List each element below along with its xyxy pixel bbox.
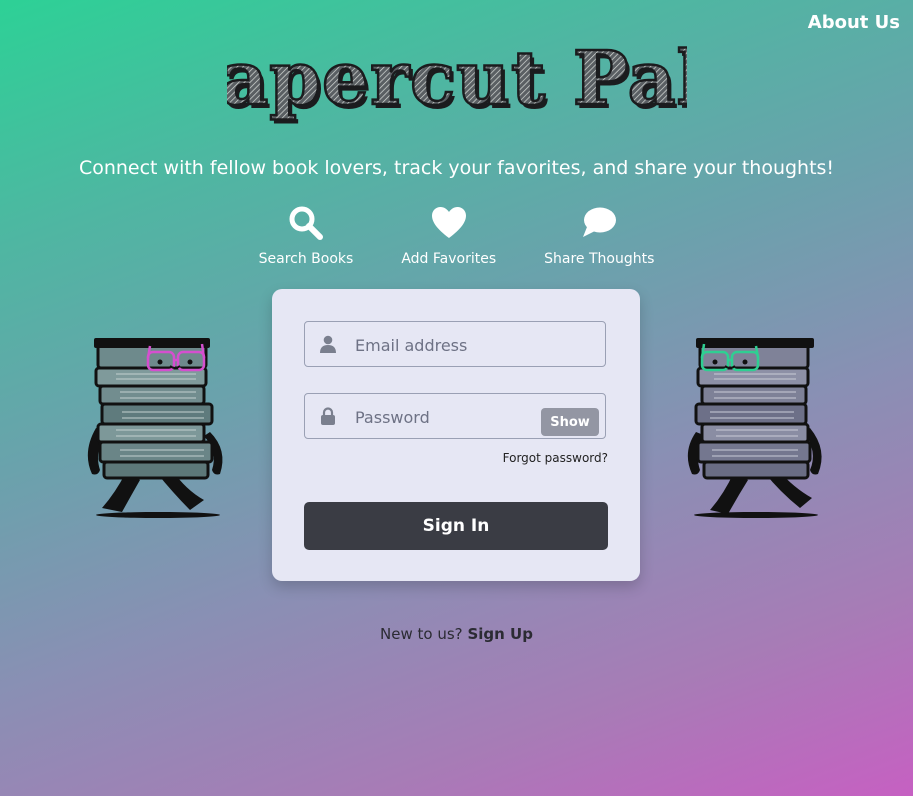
feature-share-thoughts: Share Thoughts bbox=[544, 205, 654, 267]
show-password-button[interactable]: Show bbox=[541, 408, 599, 436]
password-field[interactable]: Show bbox=[304, 393, 606, 440]
tagline: Connect with fellow book lovers, track y… bbox=[78, 157, 835, 179]
book-stack-mascot-left bbox=[87, 338, 223, 518]
logo: Papercut Pals Papercut Pals bbox=[0, 20, 913, 132]
speech-bubble-icon bbox=[583, 207, 617, 237]
signup-prompt: New to us? Sign Up bbox=[0, 625, 913, 643]
logo-text: Papercut Pals bbox=[227, 36, 687, 122]
feature-list: Search Books Add Favorites Share Thought… bbox=[0, 205, 913, 267]
feature-label: Add Favorites bbox=[401, 251, 497, 267]
user-icon bbox=[320, 335, 336, 353]
sign-up-link[interactable]: Sign Up bbox=[467, 625, 533, 643]
lock-icon bbox=[321, 407, 335, 425]
feature-label: Share Thoughts bbox=[544, 251, 655, 267]
book-stack-mascot-right bbox=[687, 338, 822, 518]
login-card: Show Forgot password? Sign In bbox=[272, 289, 640, 581]
logo-wordmark: Papercut Pals Papercut Pals bbox=[227, 35, 687, 126]
password-input[interactable] bbox=[353, 394, 537, 440]
signup-prompt-text: New to us? bbox=[380, 625, 463, 643]
feature-label: Search Books bbox=[258, 251, 354, 267]
feature-search-books: Search Books bbox=[258, 205, 354, 267]
feature-add-favorites: Add Favorites bbox=[401, 205, 496, 267]
search-icon bbox=[289, 206, 323, 240]
forgot-password-link[interactable]: Forgot password? bbox=[503, 451, 608, 465]
heart-icon bbox=[431, 207, 466, 238]
sign-in-button[interactable]: Sign In bbox=[304, 502, 608, 550]
email-input[interactable] bbox=[353, 322, 537, 368]
email-field[interactable] bbox=[304, 321, 606, 368]
